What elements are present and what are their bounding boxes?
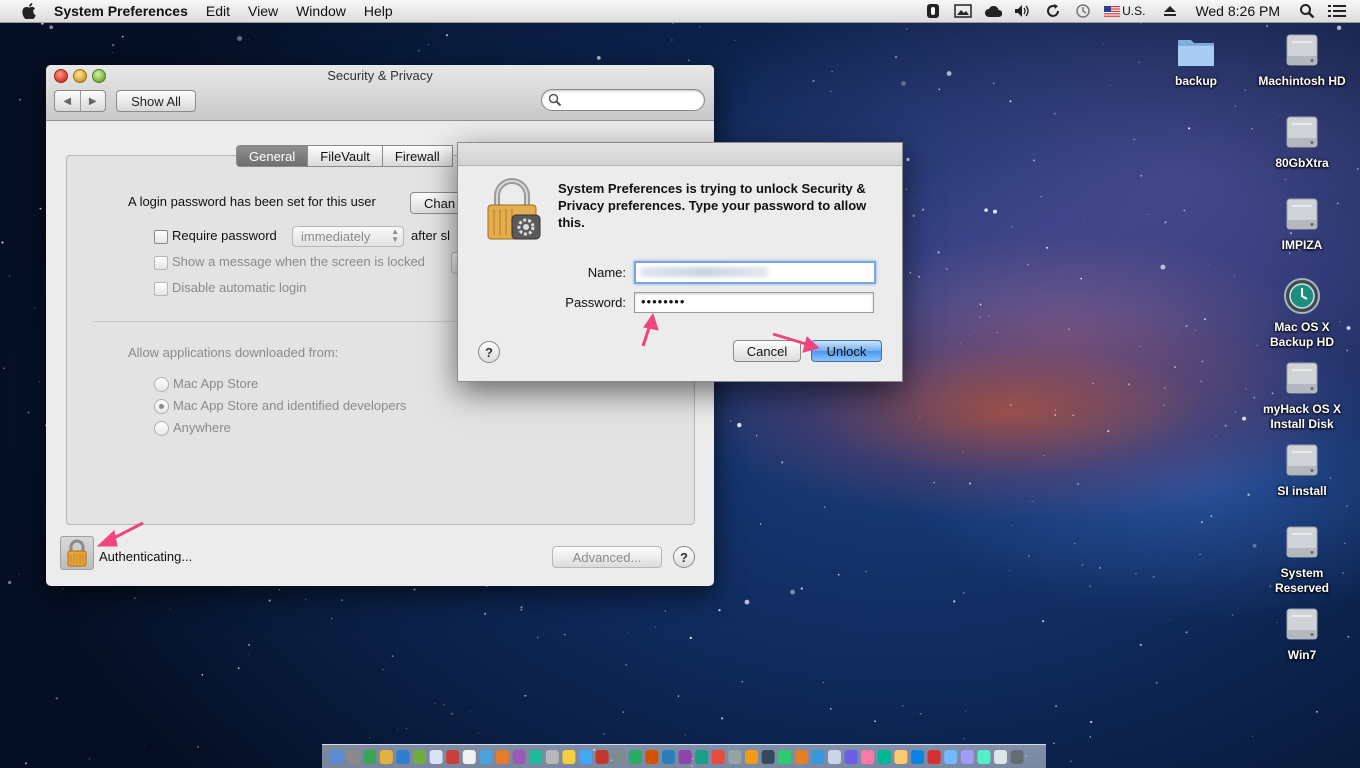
annotation-arrow-lock-icon xyxy=(96,521,144,547)
annotation-arrow-password-icon xyxy=(641,312,659,347)
annotation-arrow-unlock-icon xyxy=(772,332,821,353)
annotation-arrows xyxy=(96,312,821,547)
